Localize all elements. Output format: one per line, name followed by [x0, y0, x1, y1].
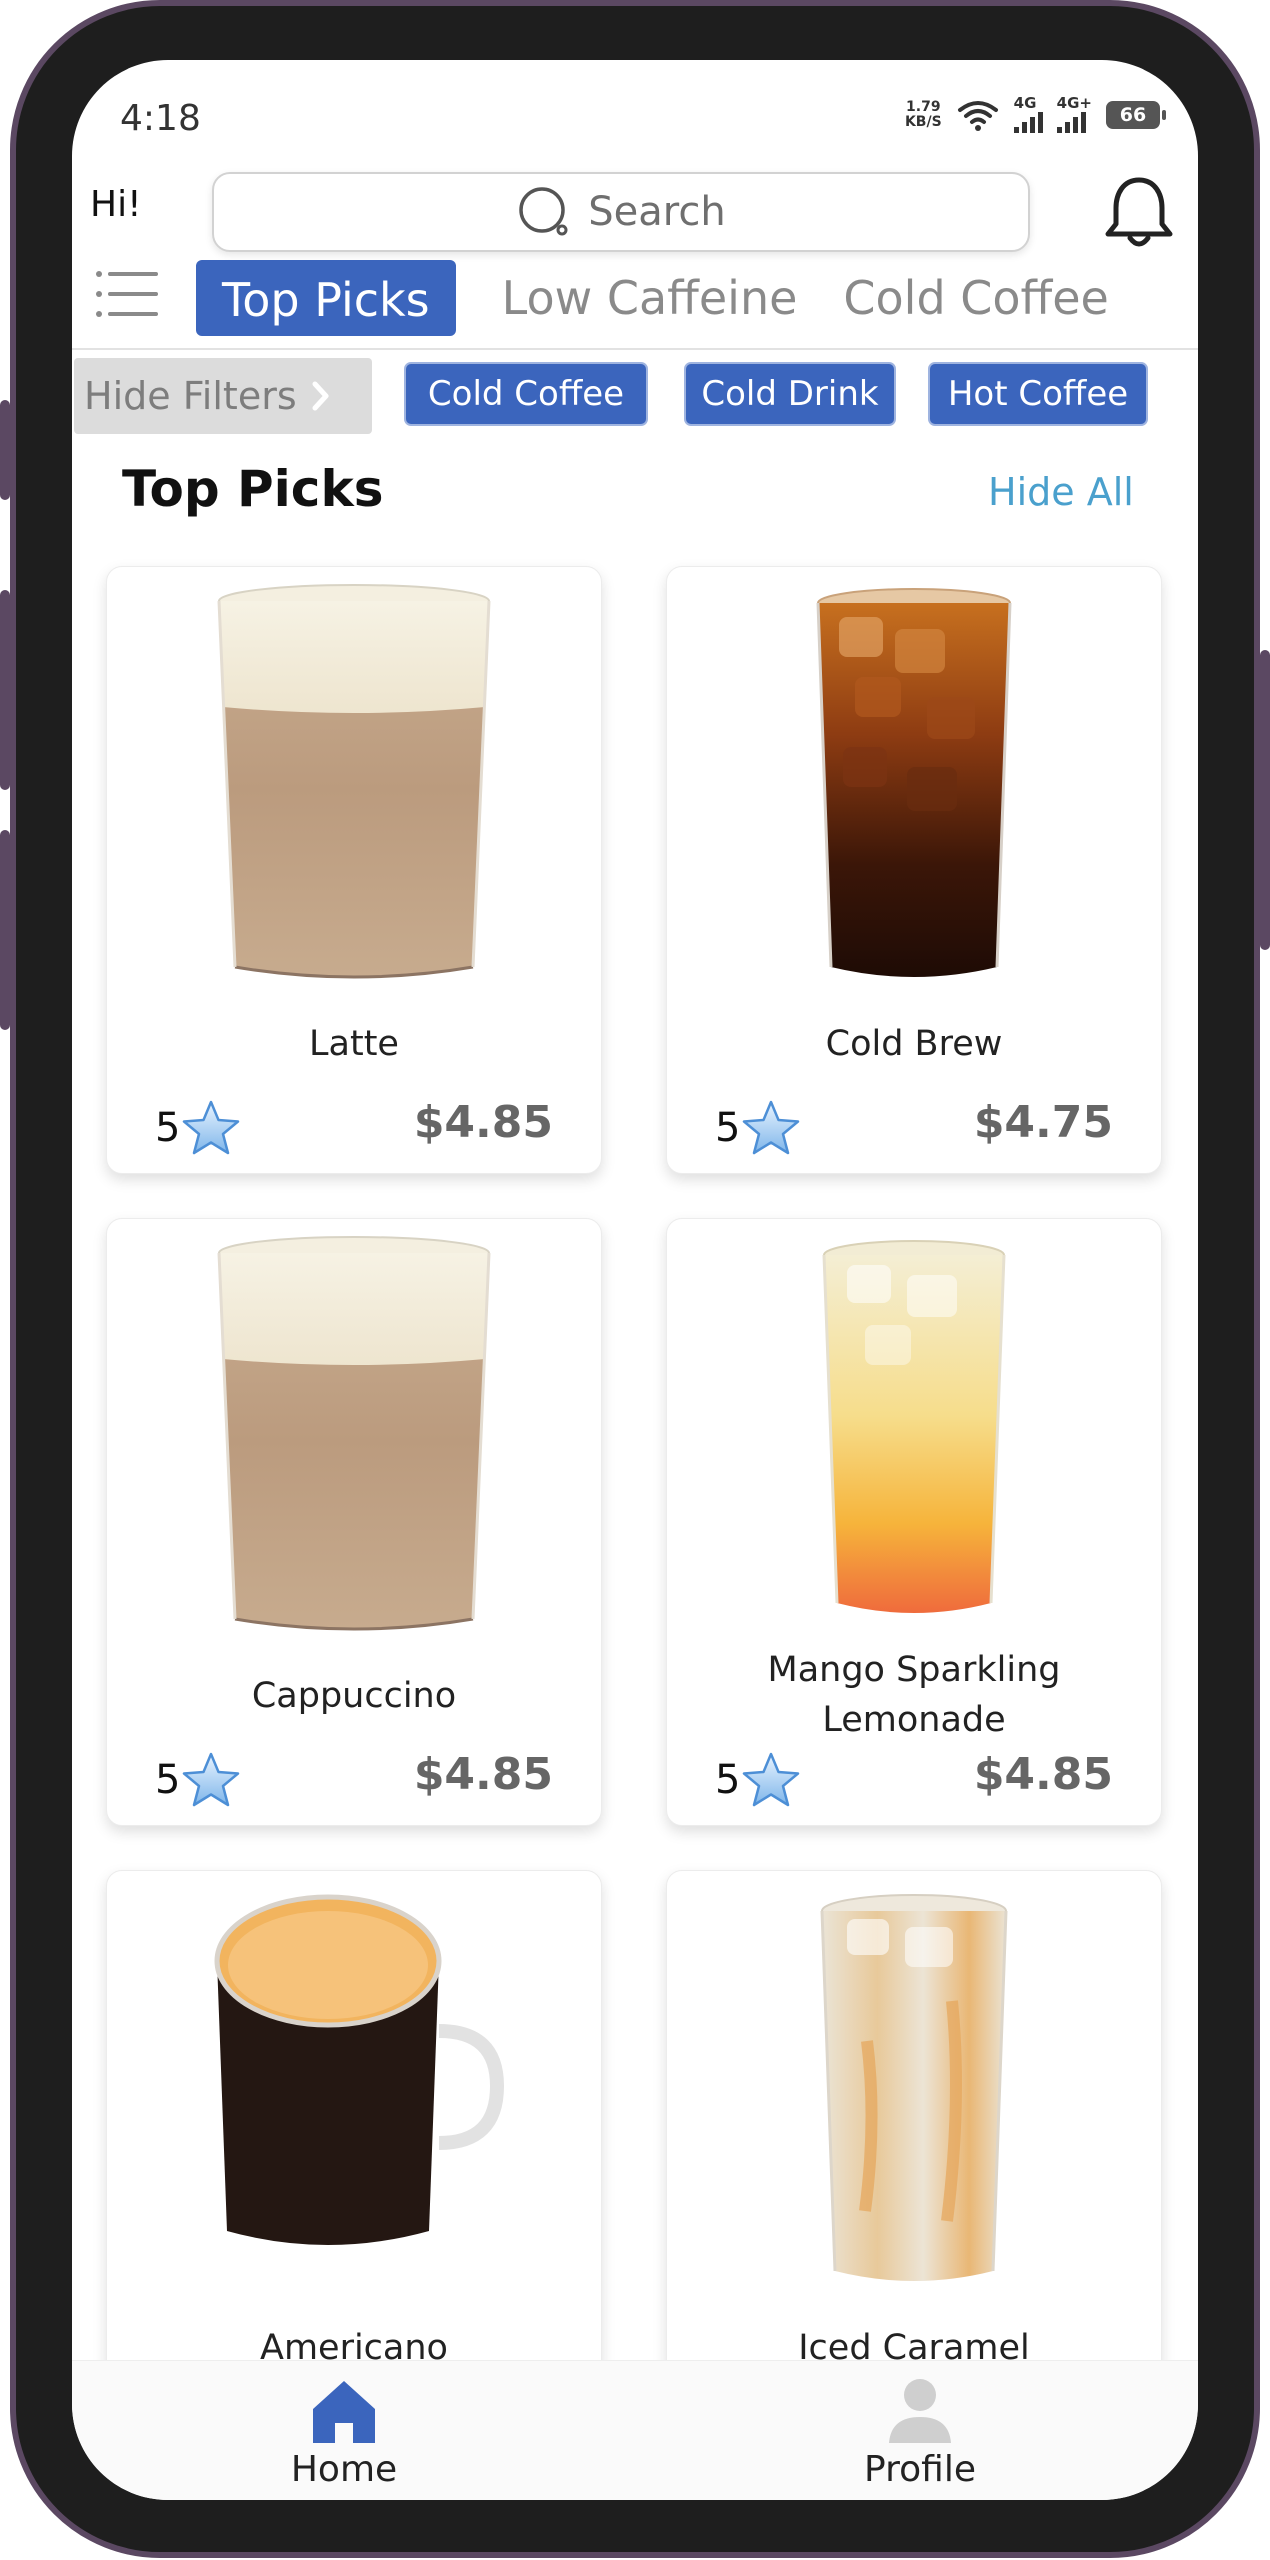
tab-top-picks[interactable]: Top Picks	[196, 260, 456, 336]
menu-icon[interactable]	[94, 268, 160, 322]
hide-filters-label: Hide Filters	[84, 374, 297, 418]
home-icon	[313, 2381, 375, 2443]
phone-power-button	[1260, 650, 1270, 950]
iced-caramel-image	[820, 1894, 1008, 2281]
star-icon	[743, 1752, 800, 1807]
cappuccino-image	[217, 1236, 491, 1631]
chevron-right-icon	[312, 381, 329, 411]
phone-side-button	[0, 830, 10, 1030]
lemonade-image	[822, 1240, 1006, 1613]
phone-side-button	[0, 590, 10, 790]
hide-all-link[interactable]: Hide All	[988, 470, 1134, 514]
product-rating: 5	[155, 1751, 242, 1809]
signal-4g-icon: 4G	[1013, 96, 1043, 133]
product-price: $4.85	[413, 1749, 553, 1800]
product-rating: 5	[715, 1751, 802, 1809]
filter-chip-cold-coffee[interactable]: Cold Coffee	[404, 362, 648, 426]
status-time: 4:18	[120, 98, 201, 139]
product-card-latte[interactable]: Latte 5 $4.85	[106, 566, 602, 1174]
net-speed: 1.79 KB/S	[904, 98, 942, 130]
iced-coffee-image	[816, 588, 1012, 977]
nav-profile-label: Profile	[864, 2449, 976, 2490]
search-input[interactable]: Search	[212, 172, 1030, 252]
app-screen: 4:18 1.79 KB/S 4G 4G+ 66 Hi! Search Top …	[72, 60, 1198, 2500]
product-card-mango-sparkling-lemonade[interactable]: Mango Sparkling Lemonade 5 $4.85	[666, 1218, 1162, 1826]
greeting: Hi!	[90, 184, 142, 225]
category-tabs: Top Picks Low Caffeine Cold Coffee	[196, 260, 1109, 336]
bell-icon[interactable]	[1100, 172, 1178, 252]
nav-profile[interactable]: Profile	[770, 2361, 1070, 2500]
nav-home-label: Home	[290, 2449, 398, 2490]
filter-chip-cold-drink[interactable]: Cold Drink	[684, 362, 896, 426]
product-name: Cold Brew	[825, 1024, 1003, 1064]
search-icon	[519, 187, 568, 236]
battery-icon: 66	[1106, 100, 1166, 129]
product-rating: 5	[155, 1099, 242, 1157]
latte-image	[217, 584, 491, 979]
product-price: $4.85	[973, 1749, 1113, 1800]
product-name: Cappuccino	[251, 1676, 457, 1716]
hide-filters-button[interactable]: Hide Filters	[74, 358, 372, 434]
filter-chip-hot-coffee[interactable]: Hot Coffee	[928, 362, 1148, 426]
product-rating: 5	[715, 1099, 802, 1157]
signal-4g-plus-icon: 4G+	[1056, 96, 1092, 133]
tab-low-caffeine[interactable]: Low Caffeine	[502, 271, 798, 325]
profile-icon	[889, 2379, 951, 2443]
wifi-icon	[957, 100, 998, 131]
star-icon	[183, 1100, 240, 1155]
product-price: $4.85	[413, 1097, 553, 1148]
tab-cold-coffee[interactable]: Cold Coffee	[843, 271, 1108, 325]
divider	[72, 348, 1198, 350]
product-name: Mango Sparkling Lemonade	[767, 1650, 1061, 1740]
star-icon	[743, 1100, 800, 1155]
status-icons: 1.79 KB/S 4G 4G+ 66	[904, 96, 1166, 133]
product-card-cappuccino[interactable]: Cappuccino 5 $4.85	[106, 1218, 602, 1826]
product-card-cold-brew[interactable]: Cold Brew 5 $4.75	[666, 566, 1162, 1174]
product-price: $4.75	[973, 1097, 1113, 1148]
product-name: Latte	[309, 1024, 399, 1064]
bottom-nav: Home Profile	[72, 2360, 1198, 2500]
nav-home[interactable]: Home	[194, 2361, 494, 2500]
search-placeholder: Search	[588, 189, 726, 235]
star-icon	[183, 1752, 240, 1807]
phone-side-button	[0, 400, 10, 500]
coffee-mug-image	[214, 1894, 505, 2245]
section-title: Top Picks	[122, 460, 384, 518]
